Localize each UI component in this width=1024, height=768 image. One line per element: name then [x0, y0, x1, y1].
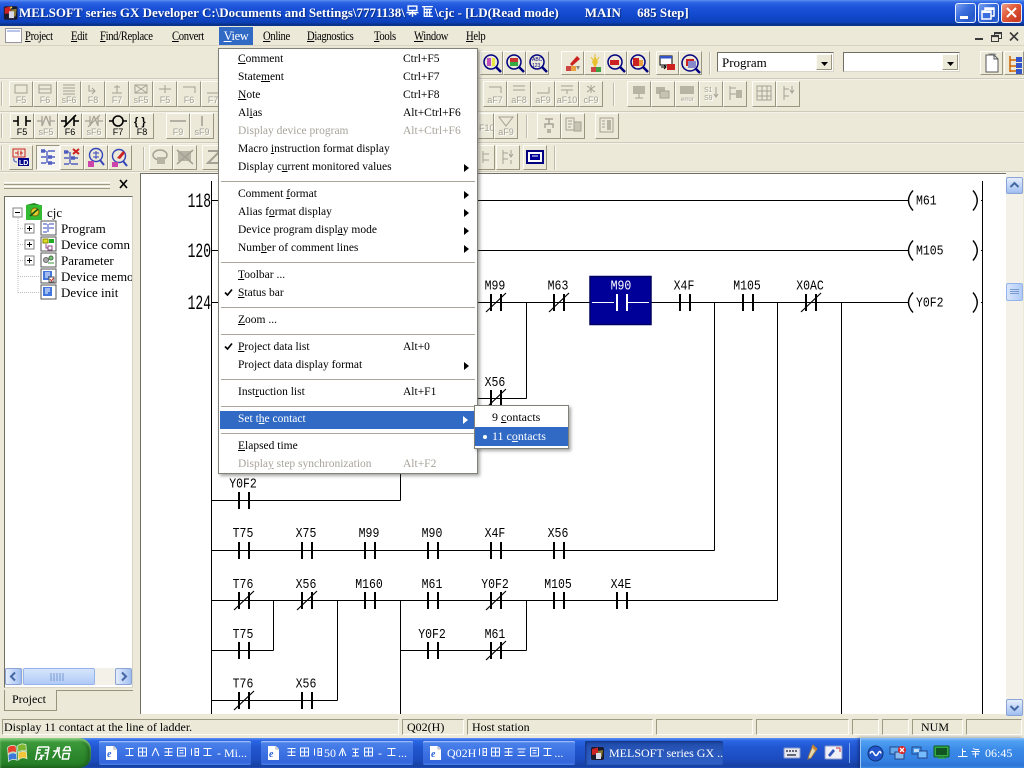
svg-text:M105: M105 [916, 243, 944, 259]
svg-text:S1: S1 [704, 87, 713, 94]
svg-text:123: 123 [532, 63, 541, 69]
svg-text:M61: M61 [916, 193, 937, 209]
svg-text:T75: T75 [233, 626, 254, 642]
svg-text:X56: X56 [296, 676, 317, 692]
svg-text:T75: T75 [233, 525, 254, 541]
svg-text:S9: S9 [704, 95, 713, 102]
svg-text:e: e [431, 749, 436, 760]
svg-text:error: error [681, 97, 694, 103]
svg-text:M90: M90 [422, 525, 443, 541]
svg-text:T76: T76 [233, 676, 254, 692]
svg-text:120: 120 [188, 242, 211, 265]
svg-text:X4F: X4F [485, 525, 506, 541]
svg-text:M61: M61 [422, 576, 443, 592]
svg-text:M63: M63 [548, 278, 569, 294]
svg-text:LD: LD [19, 160, 28, 167]
svg-text:M99: M99 [485, 278, 506, 294]
svg-text:X4F: X4F [674, 278, 695, 294]
svg-text:Y0F2: Y0F2 [229, 476, 257, 492]
svg-text:X56: X56 [296, 576, 317, 592]
svg-text:e: e [269, 749, 274, 760]
svg-text:M105: M105 [544, 576, 572, 592]
svg-text:X56: X56 [548, 525, 569, 541]
svg-text:X4E: X4E [611, 576, 632, 592]
svg-text:M99: M99 [359, 525, 380, 541]
svg-text:Y0F2: Y0F2 [481, 576, 509, 592]
svg-text:M105: M105 [733, 278, 761, 294]
svg-text:Y0F2: Y0F2 [916, 295, 944, 311]
svg-text:X56: X56 [485, 374, 506, 390]
svg-text:M90: M90 [611, 278, 632, 294]
svg-text:X75: X75 [296, 525, 317, 541]
svg-text:X0AC: X0AC [796, 278, 824, 294]
svg-text:T76: T76 [233, 576, 254, 592]
svg-text:M61: M61 [485, 626, 506, 642]
svg-text:Y0F2: Y0F2 [418, 626, 446, 642]
svg-text:M160: M160 [355, 576, 383, 592]
svg-text:118: 118 [188, 192, 211, 215]
svg-text:e: e [107, 749, 112, 760]
svg-text:124: 124 [188, 294, 211, 317]
